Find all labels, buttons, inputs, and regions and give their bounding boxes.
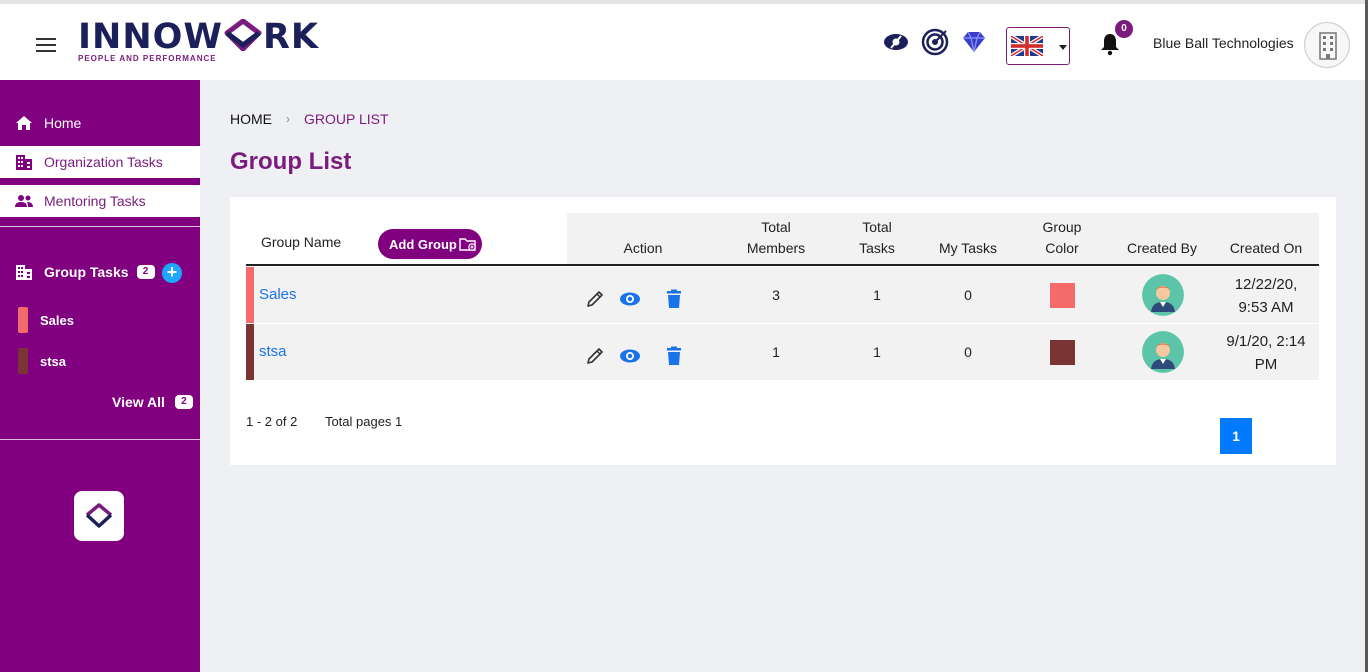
pagination-total-pages: Total pages 1 (324, 414, 403, 429)
building-icon (16, 265, 32, 280)
group-name-link[interactable]: Sales (259, 286, 297, 303)
header-my-tasks[interactable]: My Tasks (938, 238, 998, 259)
delete-trash-icon[interactable] (663, 345, 685, 367)
add-group-plus-icon[interactable]: + (162, 263, 182, 283)
header-action: Action (623, 240, 663, 256)
group-color-swatch (1050, 283, 1075, 308)
logo-wordmark: INNOW RK (78, 17, 320, 57)
header-divider (246, 264, 1319, 266)
header-line: Members (746, 240, 806, 256)
total-tasks-value: 1 (873, 344, 881, 360)
total-members-value: 3 (772, 287, 780, 303)
table-row: Sales 3 1 0 12/22/20, 9:53 AM (246, 267, 1319, 323)
eye-icon[interactable] (882, 28, 910, 56)
breadcrumb: HOME › GROUP LIST (230, 111, 389, 127)
view-all-label: View All (112, 394, 165, 410)
total-members-value: 1 (772, 344, 780, 360)
date-line: 12/22/20, (1234, 276, 1298, 293)
user-avatar[interactable] (1142, 274, 1184, 316)
table-header: Group Name Add Group Action Total Member… (246, 213, 1319, 265)
group-color-swatch (18, 348, 28, 374)
header-line: Group (1042, 219, 1082, 235)
sidebar-item-label: Mentoring Tasks (44, 193, 146, 209)
breadcrumb-current: GROUP LIST (304, 111, 389, 127)
pagination-range: 1 - 2 of 2 (246, 414, 298, 429)
sidebar-item-home[interactable]: Home (0, 107, 200, 139)
group-list-card: Group Name Add Group Action Total Member… (230, 197, 1336, 465)
language-select[interactable] (1006, 27, 1070, 65)
sidebar-item-organization-tasks[interactable]: Organization Tasks (0, 146, 200, 178)
group-color-bar (246, 267, 254, 323)
header-created-on[interactable]: Created On (1226, 238, 1306, 259)
group-tasks-count-badge: 2 (136, 265, 155, 279)
header-group-name[interactable]: Group Name (261, 232, 341, 253)
add-group-label: Add Group (389, 236, 457, 252)
chevron-right-icon: › (286, 112, 290, 126)
group-name-link[interactable]: stsa (259, 343, 287, 360)
sidebar: Home Organization Tasks Mentoring Tasks … (0, 80, 200, 672)
group-color-bar (246, 324, 254, 380)
user-avatar[interactable] (1142, 331, 1184, 373)
header-total-tasks[interactable]: Total Tasks (847, 217, 907, 259)
page-title: Group List (230, 148, 352, 175)
sidebar-group-label: Sales (40, 312, 74, 328)
chevron-down-icon (1059, 45, 1067, 50)
edit-pencil-icon[interactable] (584, 288, 606, 310)
header-line: Tasks (859, 240, 895, 256)
view-eye-icon[interactable] (619, 345, 641, 367)
header-line: Total (862, 219, 892, 235)
sidebar-group-item-sales[interactable]: Sales (18, 307, 74, 333)
breadcrumb-home-link[interactable]: HOME (230, 111, 272, 127)
created-on-value: 12/22/20, 9:53 AM (1206, 273, 1326, 319)
hamburger-menu-icon[interactable] (36, 38, 56, 52)
uk-flag-icon (1009, 34, 1045, 58)
my-tasks-value: 0 (964, 287, 972, 303)
sidebar-item-label: Group Tasks (44, 264, 129, 280)
header-line: Color (1045, 240, 1079, 256)
created-on-value: 9/1/20, 2:14 PM (1206, 330, 1326, 376)
folder-add-icon (459, 238, 476, 251)
table-row: stsa 1 1 0 9/1/20, 2:14 PM (246, 324, 1319, 380)
innowork-mark-icon[interactable] (74, 491, 124, 541)
date-line: 9/1/20, 2:14 (1226, 333, 1306, 350)
home-icon (16, 116, 32, 130)
sidebar-group-label: stsa (40, 353, 67, 369)
sidebar-item-label: Home (44, 115, 82, 131)
sidebar-divider (0, 226, 200, 227)
notification-count-badge: 0 (1115, 20, 1133, 38)
company-name[interactable]: Blue Ball Technologies (1153, 35, 1294, 51)
my-tasks-value: 0 (964, 344, 972, 360)
target-icon[interactable] (921, 28, 949, 56)
sidebar-divider (0, 439, 200, 440)
people-icon (15, 195, 33, 207)
top-header: INNOW RK PEOPLE AND PERFORMANCE 0 Blue Ba… (0, 0, 1368, 80)
sidebar-item-label: Organization Tasks (44, 154, 163, 170)
header-line: Total (761, 219, 791, 235)
view-all-link[interactable]: View All 2 (112, 394, 193, 410)
date-line: 9:53 AM (1238, 299, 1294, 316)
add-group-button[interactable]: Add Group (378, 229, 482, 259)
header-group-color: Group Color (1032, 217, 1092, 259)
date-line: PM (1254, 356, 1278, 373)
sidebar-group-item-stsa[interactable]: stsa (18, 348, 66, 374)
header-created-by[interactable]: Created By (1122, 238, 1202, 259)
total-tasks-value: 1 (873, 287, 881, 303)
group-color-swatch (1050, 340, 1075, 365)
header-total-members[interactable]: Total Members (746, 217, 806, 259)
delete-trash-icon[interactable] (663, 288, 685, 310)
company-avatar[interactable] (1304, 22, 1350, 68)
edit-pencil-icon[interactable] (584, 345, 606, 367)
sidebar-item-mentoring-tasks[interactable]: Mentoring Tasks (0, 185, 200, 217)
group-color-swatch (18, 307, 28, 333)
view-all-count-badge: 2 (174, 395, 193, 409)
innowork-logo[interactable]: INNOW RK PEOPLE AND PERFORMANCE (78, 18, 348, 74)
view-eye-icon[interactable] (619, 288, 641, 310)
page-button-1[interactable]: 1 (1220, 418, 1252, 454)
pagination-info: 1 - 2 of 2 Total pages 1 (246, 414, 402, 429)
diamond-icon[interactable] (960, 28, 988, 56)
building-icon (16, 155, 32, 170)
